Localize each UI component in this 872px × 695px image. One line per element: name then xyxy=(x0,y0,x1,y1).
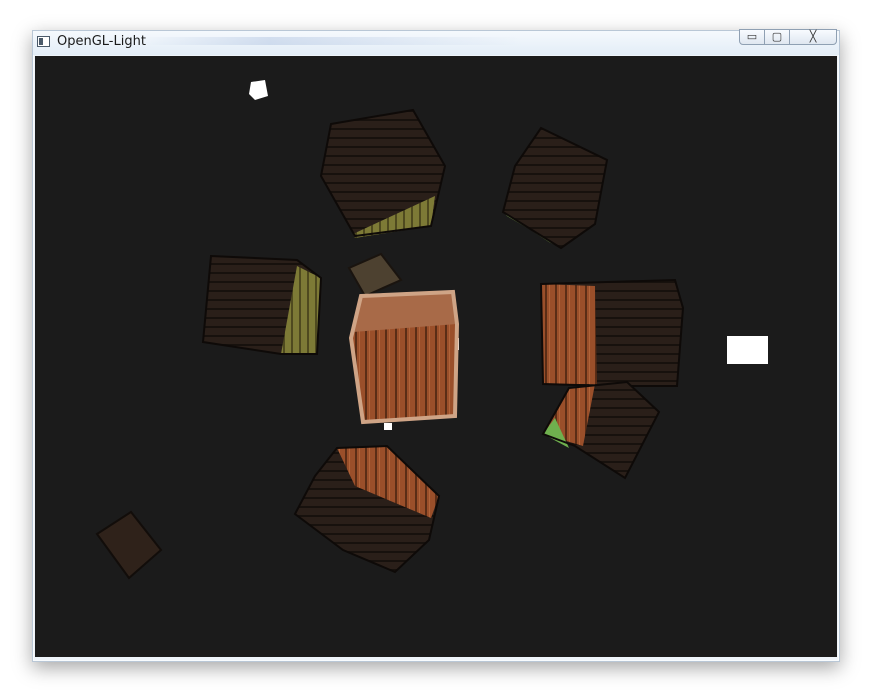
close-button[interactable]: ╳ xyxy=(789,29,837,45)
wooden-crate xyxy=(348,289,460,425)
minimize-icon: ▭ xyxy=(746,29,758,43)
wooden-crate xyxy=(541,380,661,480)
minimize-button[interactable]: ▭ xyxy=(739,29,765,45)
wooden-crate xyxy=(201,254,323,355)
wooden-crate xyxy=(347,252,403,298)
maximize-icon: ▢ xyxy=(771,29,783,43)
title-bar[interactable]: OpenGL-Light ▭ ▢ ╳ xyxy=(33,29,839,55)
app-window-icon xyxy=(37,36,50,47)
close-icon: ╳ xyxy=(809,29,817,43)
app-window: OpenGL-Light ▭ ▢ ╳ xyxy=(32,29,840,662)
light-source-cube xyxy=(727,336,768,364)
maximize-button[interactable]: ▢ xyxy=(764,29,790,45)
wooden-crate xyxy=(293,444,441,574)
title-bar-glass xyxy=(143,37,523,45)
wooden-crate xyxy=(95,510,163,580)
window-controls: ▭ ▢ ╳ xyxy=(739,29,837,47)
window-title: OpenGL-Light xyxy=(57,34,146,49)
wooden-crate xyxy=(319,108,447,238)
opengl-viewport[interactable] xyxy=(35,56,837,657)
wooden-crate xyxy=(539,278,685,387)
scene-canvas xyxy=(95,80,768,580)
light-source-cube xyxy=(249,80,268,100)
wooden-crate xyxy=(501,126,609,250)
